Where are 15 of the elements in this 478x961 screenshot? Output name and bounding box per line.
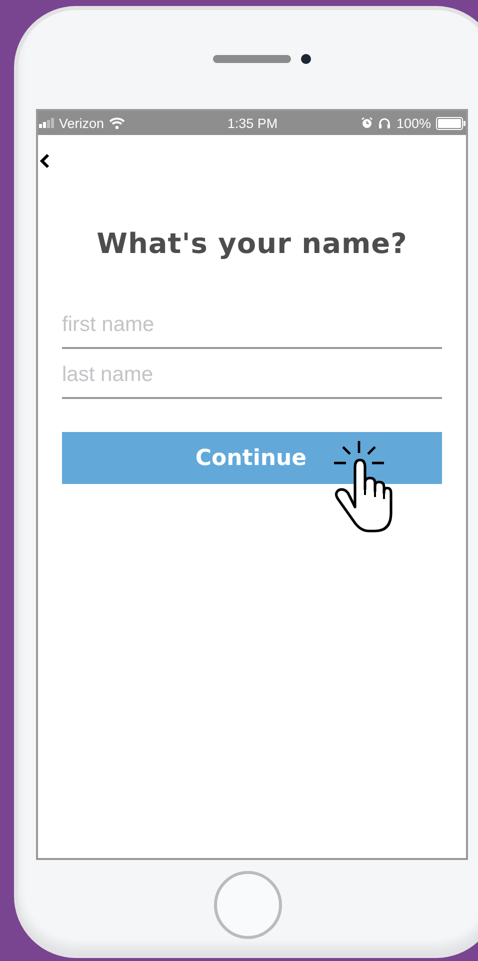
carrier-name: Verizon xyxy=(59,116,104,130)
back-chevron-icon xyxy=(39,153,51,169)
status-time: 1:35 PM xyxy=(227,116,278,130)
alarm-clock-icon xyxy=(361,117,374,129)
wifi-icon xyxy=(109,117,126,129)
battery-percent: 100% xyxy=(396,116,431,130)
tapping-hand-icon xyxy=(331,439,393,535)
camera-dot xyxy=(301,54,311,64)
name-input-field[interactable]: last name xyxy=(62,352,442,399)
headphones-icon xyxy=(378,117,392,129)
page-title: What's your name? xyxy=(96,227,408,260)
signal-icon xyxy=(39,118,54,128)
continue-button[interactable]: Continue xyxy=(62,432,442,484)
back-button[interactable] xyxy=(39,153,51,169)
name-input-field[interactable]: first name xyxy=(62,302,442,349)
